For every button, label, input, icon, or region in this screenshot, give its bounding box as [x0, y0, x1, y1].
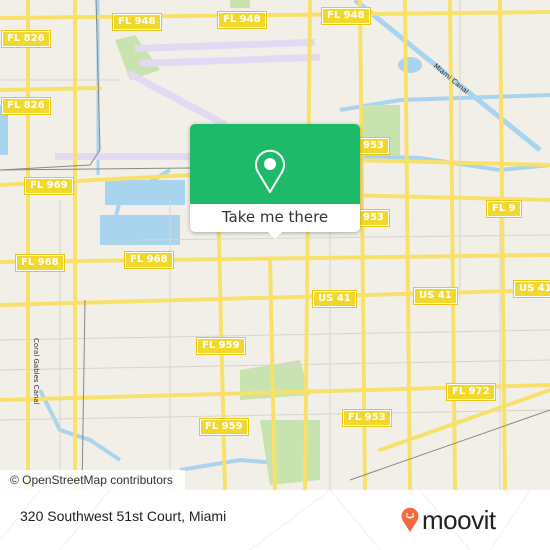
road-label-fl948: FL 948 — [112, 13, 162, 31]
road-label-fl968: FL 968 — [124, 251, 174, 269]
map-layer — [0, 0, 550, 490]
map-attribution[interactable]: © OpenStreetMap contributors — [0, 470, 185, 490]
popup-pointer — [266, 230, 284, 239]
map-pin-icon — [255, 149, 285, 193]
road-label-fl968: FL 968 — [15, 254, 65, 272]
road-label-fl826: FL 826 — [1, 30, 51, 48]
popup-header — [190, 124, 360, 204]
map-view[interactable]: FL 948 FL 948 FL 948 FL 826 FL 826 FL 96… — [0, 0, 550, 490]
major-roads — [0, 0, 550, 490]
road-label-us41: US 41 — [312, 290, 357, 308]
road-label-fl959: FL 959 — [196, 337, 246, 355]
moovit-wordmark: moovit — [422, 504, 496, 535]
footer-bar: 320 Southwest 51st Court, Miami moovit — [0, 490, 550, 550]
road-label-us41: US 41 — [413, 287, 458, 305]
road-label-fl972: FL 972 — [446, 383, 496, 401]
road-label-fl953: 953 — [357, 209, 390, 227]
coral-gables-canal-label: Coral Gables Canal — [32, 338, 40, 405]
road-label-fl953: FL 953 — [342, 409, 392, 427]
moovit-logo[interactable]: moovit — [400, 502, 496, 538]
location-popup: Take me there — [190, 124, 360, 239]
address-text: 320 Southwest 51st Court, Miami — [20, 508, 227, 524]
road-label-fl948: FL 948 — [217, 11, 267, 29]
moovit-pin-icon — [401, 507, 419, 532]
road-label-fl969: FL 969 — [24, 177, 74, 195]
road-label-fl826: FL 826 — [1, 97, 51, 115]
road-label-fl948: FL 948 — [321, 7, 371, 25]
road-label-fl959: FL 959 — [199, 418, 249, 436]
road-label-fl9: FL 9 — [486, 200, 522, 218]
road-label-fl953: 953 — [357, 137, 390, 155]
take-me-there-button[interactable]: Take me there — [190, 204, 360, 232]
road-label-us41: US 41 — [513, 280, 550, 298]
